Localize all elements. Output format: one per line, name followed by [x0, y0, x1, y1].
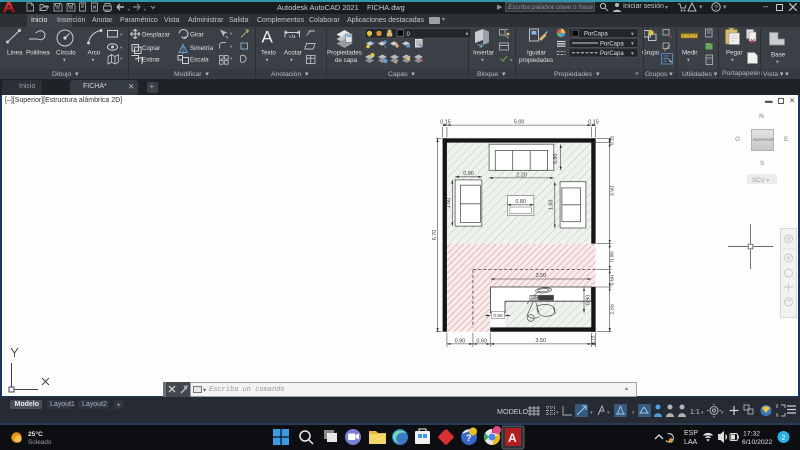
svg-text:1:1: 1:1 — [690, 409, 700, 416]
svg-text:Grupo: Grupo — [642, 50, 660, 57]
svg-text:2.20: 2.20 — [516, 172, 527, 178]
svg-text:A: A — [262, 28, 274, 47]
svg-text:Estirar: Estirar — [142, 57, 160, 64]
svg-text:▾: ▾ — [687, 58, 690, 64]
svg-text:▾: ▾ — [556, 410, 559, 416]
svg-text:0.15: 0.15 — [588, 119, 599, 125]
svg-text:PorCapa: PorCapa — [584, 32, 608, 38]
svg-text:▾: ▾ — [230, 56, 233, 61]
svg-text:0.60: 0.60 — [476, 338, 487, 344]
svg-text:▾: ▾ — [731, 58, 734, 64]
svg-text:Copiar: Copiar — [142, 45, 160, 52]
svg-text:▾: ▾ — [120, 32, 123, 37]
svg-text:?: ? — [714, 4, 718, 11]
svg-text:Propiedades: Propiedades — [327, 50, 362, 57]
svg-text:0.90: 0.90 — [610, 251, 616, 262]
svg-text:3.50: 3.50 — [536, 273, 547, 279]
svg-text:▾: ▾ — [120, 45, 123, 50]
svg-text:6.70: 6.70 — [432, 230, 438, 241]
svg-text:25°C: 25°C — [28, 430, 43, 438]
svg-text:Escala: Escala — [190, 57, 209, 64]
svg-text:▾: ▾ — [631, 51, 634, 57]
svg-text:▾: ▾ — [266, 58, 269, 64]
svg-text:2: 2 — [782, 435, 786, 442]
svg-text:0.50: 0.50 — [493, 313, 503, 319]
svg-text:A: A — [508, 431, 517, 445]
svg-text:3.50: 3.50 — [610, 186, 616, 197]
svg-text:6/10/2022: 6/10/2022 — [742, 439, 772, 446]
svg-text:▾: ▾ — [607, 410, 610, 416]
svg-text:Desplazar: Desplazar — [142, 32, 170, 39]
svg-text:Medir: Medir — [682, 50, 697, 57]
svg-text:0.80: 0.80 — [515, 199, 526, 205]
svg-text:Soleado: Soleado — [28, 439, 52, 446]
svg-text:Polilínea: Polilínea — [26, 50, 50, 57]
svg-text:PorCapa: PorCapa — [600, 41, 624, 47]
svg-text:3.50: 3.50 — [536, 338, 547, 344]
svg-text:1.60: 1.60 — [549, 200, 555, 211]
svg-text:▾: ▾ — [632, 410, 635, 416]
svg-text:▾: ▾ — [230, 31, 233, 36]
svg-text:0.60: 0.60 — [610, 275, 616, 286]
svg-text:5.00: 5.00 — [514, 119, 525, 125]
svg-text:0.15: 0.15 — [591, 335, 596, 344]
svg-text:1.55: 1.55 — [610, 304, 616, 315]
svg-text:Simetría: Simetría — [190, 45, 214, 52]
svg-text:0.15: 0.15 — [610, 136, 616, 146]
svg-text:▾: ▾ — [230, 44, 233, 49]
svg-text:Pegar: Pegar — [726, 50, 743, 57]
svg-text:▾: ▾ — [776, 60, 779, 66]
svg-text:Arco: Arco — [88, 50, 101, 57]
svg-text:▾: ▾ — [92, 58, 95, 64]
svg-text:▾: ▾ — [290, 58, 293, 64]
svg-text:Igualar: Igualar — [527, 50, 546, 57]
svg-text:1.60: 1.60 — [446, 198, 452, 209]
svg-text:Línea: Línea — [7, 50, 23, 57]
svg-text:0.90: 0.90 — [553, 154, 559, 165]
svg-text:MODELO: MODELO — [497, 407, 529, 416]
svg-text:?: ? — [466, 433, 472, 443]
svg-text:Base: Base — [771, 52, 786, 59]
svg-text:Girar: Girar — [190, 32, 204, 39]
svg-text:▾: ▾ — [590, 410, 593, 416]
svg-text:0.90: 0.90 — [585, 295, 591, 306]
svg-text:propiedades: propiedades — [519, 57, 553, 64]
svg-text:▾: ▾ — [63, 58, 66, 64]
svg-text:▾: ▾ — [721, 410, 724, 416]
svg-text:▾: ▾ — [701, 410, 704, 416]
svg-text:LAA: LAA — [684, 439, 698, 446]
svg-text:Insertar: Insertar — [473, 50, 494, 57]
svg-text:Círculo: Círculo — [56, 50, 76, 57]
svg-text:0.90: 0.90 — [455, 338, 466, 344]
svg-text:17:32: 17:32 — [743, 431, 760, 438]
svg-text:0.15: 0.15 — [440, 119, 451, 125]
svg-text:ESP: ESP — [684, 430, 698, 437]
svg-text:Acotar: Acotar — [284, 50, 302, 57]
svg-text:▾: ▾ — [631, 31, 634, 37]
svg-text:▾: ▾ — [120, 56, 123, 61]
svg-text:0.90: 0.90 — [463, 171, 474, 177]
svg-text:Texto: Texto — [261, 50, 276, 57]
svg-text:▾: ▾ — [631, 41, 634, 47]
svg-text:de capa: de capa — [335, 57, 358, 64]
svg-text:▾: ▾ — [510, 58, 513, 63]
svg-text:PorCapa: PorCapa — [600, 51, 624, 57]
svg-text:▾: ▾ — [481, 58, 484, 64]
